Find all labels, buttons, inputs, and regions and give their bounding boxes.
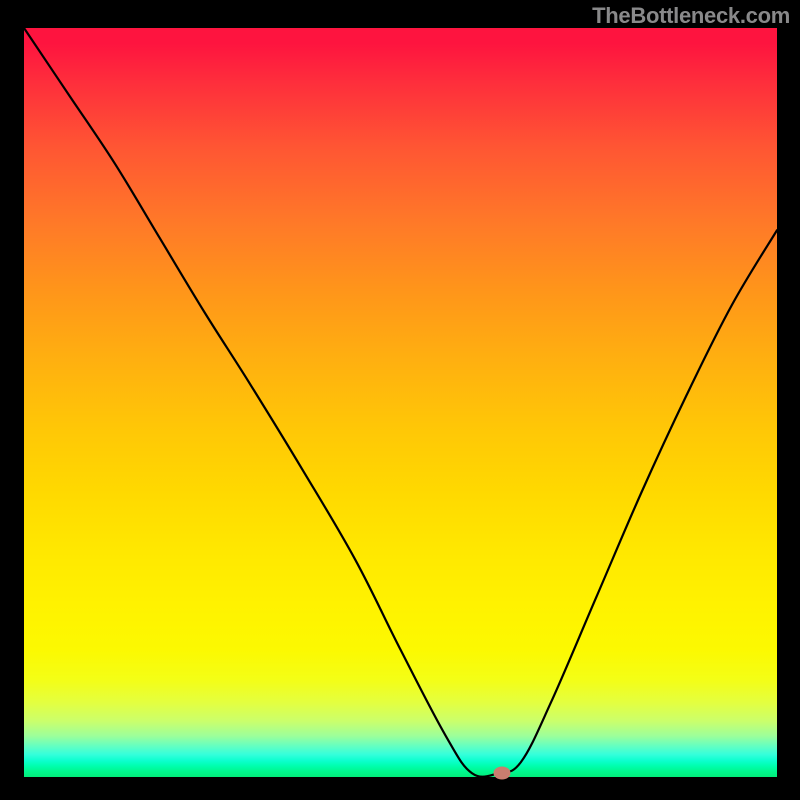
chart-container: TheBottleneck.com [0, 0, 800, 800]
plot-area [24, 28, 777, 777]
watermark-text: TheBottleneck.com [592, 3, 790, 29]
optimal-marker [494, 767, 511, 780]
bottleneck-curve [24, 28, 777, 777]
